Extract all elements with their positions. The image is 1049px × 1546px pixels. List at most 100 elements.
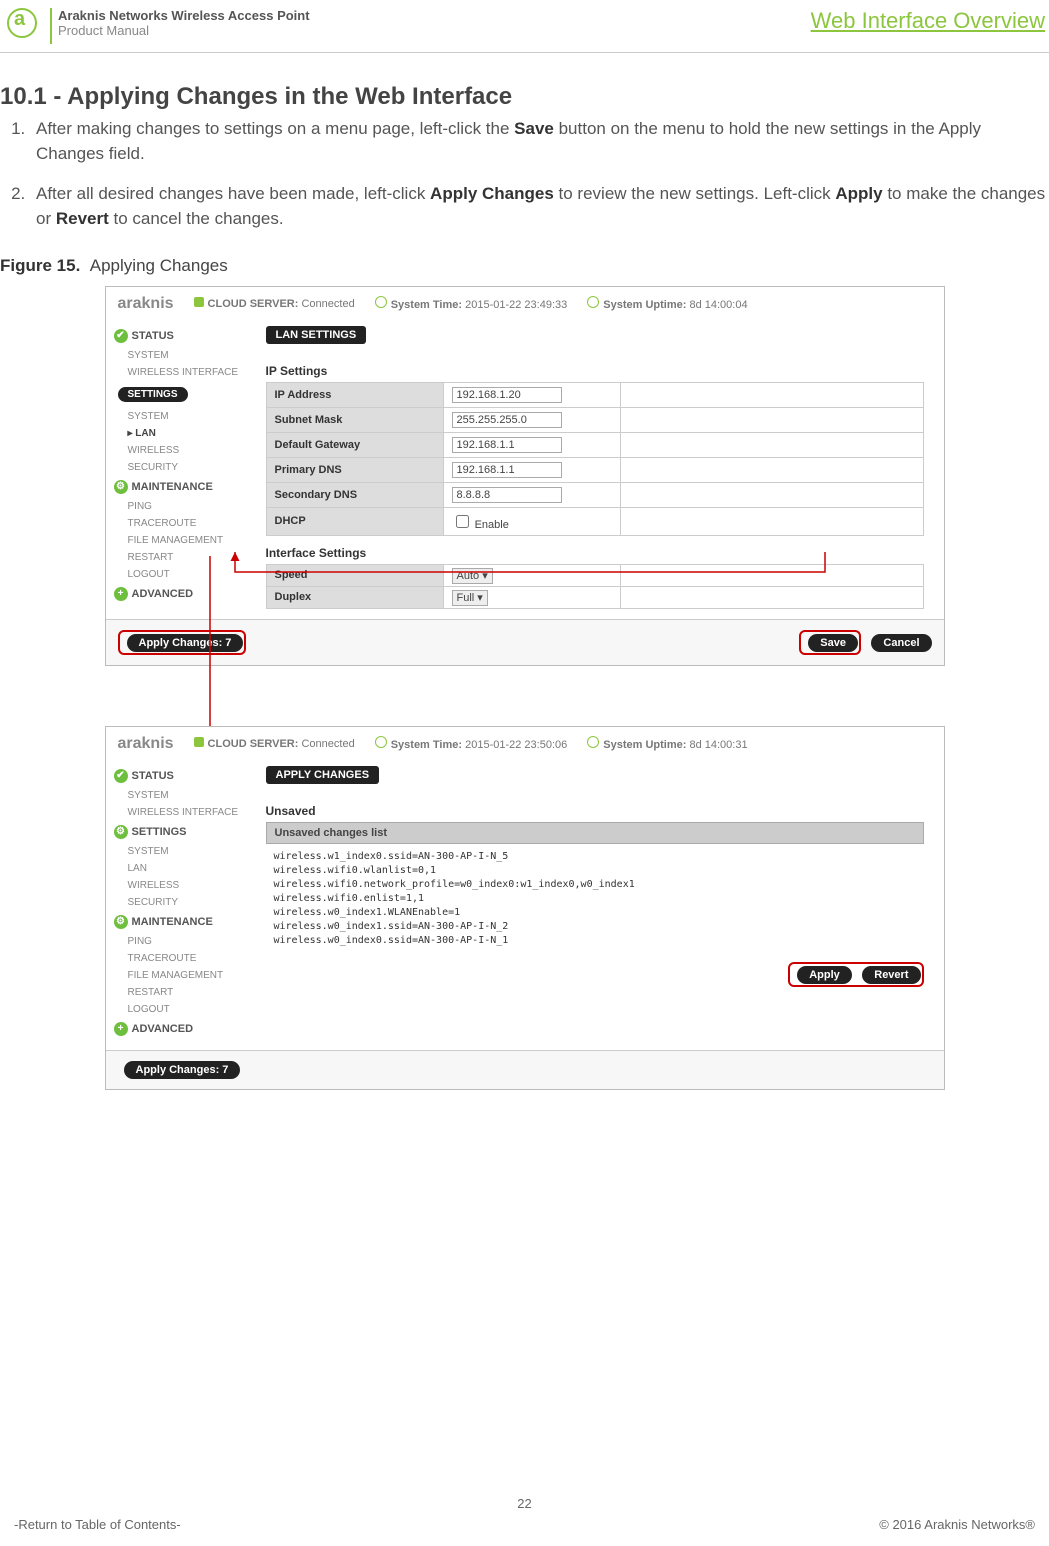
nav-system[interactable]: SYSTEM [106,347,256,364]
section-link[interactable]: Web Interface Overview [811,8,1049,34]
gear-icon: ⚙ [114,825,128,839]
steps-list: After making changes to settings on a me… [0,117,1049,232]
save-button[interactable]: Save [808,634,858,652]
copyright: © 2016 Araknis Networks® [879,1517,1035,1532]
interface-settings-title: Interface Settings [266,546,924,560]
nav-ping[interactable]: PING [106,933,256,950]
systime-value: 2015-01-22 23:49:33 [465,299,567,311]
nav-file[interactable]: FILE MANAGEMENT [106,967,256,984]
nav-restart[interactable]: RESTART [106,549,256,566]
cloud-status: CLOUD SERVER: Connected [194,737,355,750]
toc-link[interactable]: -Return to Table of Contents- [14,1517,181,1532]
ip-settings-title: IP Settings [266,364,924,378]
step-1: After making changes to settings on a me… [30,117,1049,166]
sidebar: ✔STATUS SYSTEM WIRELESS INTERFACE SETTIN… [106,321,256,619]
ip-input[interactable]: 192.168.1.20 [452,387,562,403]
step-2: After all desired changes have been made… [30,182,1049,231]
nav-status[interactable]: ✔STATUS [106,325,256,347]
nav-s-security[interactable]: SECURITY [106,894,256,911]
gear-icon: ⚙ [114,915,128,929]
plus-icon: + [114,1022,128,1036]
cloud-icon [194,297,204,307]
page-heading: 10.1 - Applying Changes in the Web Inter… [0,83,1049,111]
systime-label: System Time: [391,299,462,311]
nav-system[interactable]: SYSTEM [106,787,256,804]
nav-maint[interactable]: ⚙MAINTENANCE [106,911,256,933]
clock-icon [587,736,599,748]
gw-input[interactable]: 192.168.1.1 [452,437,562,453]
nav-wiface[interactable]: WIRELESS INTERFACE [106,804,256,821]
nav-s-system[interactable]: SYSTEM [106,408,256,425]
apply-revert-highlight: Apply Revert [788,962,923,987]
speed-select[interactable]: Auto ▾ [452,568,493,584]
nav-s-system[interactable]: SYSTEM [106,843,256,860]
dhcp-checkbox[interactable] [456,515,469,528]
dns1-input[interactable]: 192.168.1.1 [452,462,562,478]
nav-advanced-label: ADVANCED [132,1023,194,1035]
apply-button[interactable]: Apply [797,966,852,984]
cloud-status: CLOUD SERVER: Connected [194,297,355,310]
nav-trace[interactable]: TRACEROUTE [106,515,256,532]
systime-value: 2015-01-22 23:50:06 [465,739,567,751]
nav-s-lan[interactable]: ▸ LAN [106,425,256,442]
nav-status[interactable]: ✔STATUS [106,765,256,787]
apply-changes-button[interactable]: Apply Changes: 7 [127,634,244,652]
clock-icon [587,296,599,308]
interface-settings-table: SpeedAuto ▾ DuplexFull ▾ [266,564,924,609]
plus-icon: + [114,587,128,601]
apply-changes-highlight: Apply Changes: 7 [118,630,247,655]
page-footer: 22 -Return to Table of Contents- © 2016 … [0,1496,1049,1532]
duplex-select[interactable]: Full ▾ [452,590,488,606]
screenshot-lan-settings: araknis CLOUD SERVER: Connected System T… [105,286,945,666]
step-2-bold1: Apply Changes [430,184,554,203]
step-2-bold3: Revert [56,209,109,228]
nav-settings[interactable]: ⚙SETTINGS [106,821,256,843]
gear-icon: ⚙ [114,480,128,494]
dns2-label: Secondary DNS [266,482,443,507]
nav-logout[interactable]: LOGOUT [106,1001,256,1018]
figure-number: Figure 15. [0,256,80,275]
nav-restart[interactable]: RESTART [106,984,256,1001]
system-time: System Time: 2015-01-22 23:50:06 [375,736,568,751]
unsaved-title: Unsaved [266,804,924,818]
cancel-button[interactable]: Cancel [871,634,931,652]
step-1-bold: Save [514,119,554,138]
mask-input[interactable]: 255.255.255.0 [452,412,562,428]
product-title: Araknis Networks Wireless Access Point [58,8,811,23]
nav-file[interactable]: FILE MANAGEMENT [106,532,256,549]
nav-trace[interactable]: TRACEROUTE [106,950,256,967]
nav-maint[interactable]: ⚙ MAINTENANCE [106,476,256,498]
breadcrumb: LAN SETTINGS [266,326,367,344]
nav-s-lan-plain[interactable]: LAN [106,860,256,877]
dhcp-label: DHCP [266,507,443,535]
uptime-label: System Uptime: [603,299,686,311]
figure-caption: Figure 15. Applying Changes [0,256,1049,276]
revert-button[interactable]: Revert [862,966,920,984]
nav-advanced[interactable]: +ADVANCED [106,583,256,605]
nav-ping[interactable]: PING [106,498,256,515]
uptime-value: 8d 14:00:04 [689,299,747,311]
nav-s-security[interactable]: SECURITY [106,459,256,476]
uptime-label: System Uptime: [603,739,686,751]
nav-s-wireless[interactable]: WIRELESS [106,442,256,459]
dhcp-text: Enable [475,519,509,531]
nav-settings[interactable]: SETTINGS [118,387,188,402]
nav-s-wireless[interactable]: WIRELESS [106,877,256,894]
gw-label: Default Gateway [266,432,443,457]
speed-label: Speed [266,564,443,586]
header-divider [50,8,52,44]
step-1-text: After making changes to settings on a me… [36,119,514,138]
system-uptime: System Uptime: 8d 14:00:04 [587,296,747,311]
save-highlight: Save [799,630,861,655]
nav-maint-label: MAINTENANCE [132,481,213,493]
apply-changes-button[interactable]: Apply Changes: 7 [124,1061,241,1079]
cloud-icon [194,737,204,747]
nav-status-label: STATUS [132,770,174,782]
nav-logout[interactable]: LOGOUT [106,566,256,583]
brand-logo: araknis [118,295,174,313]
dns2-input[interactable]: 8.8.8.8 [452,487,562,503]
page-number: 22 [0,1496,1049,1511]
uptime-value: 8d 14:00:31 [689,739,747,751]
nav-wiface[interactable]: WIRELESS INTERFACE [106,364,256,381]
nav-advanced[interactable]: + ADVANCED [106,1018,256,1040]
